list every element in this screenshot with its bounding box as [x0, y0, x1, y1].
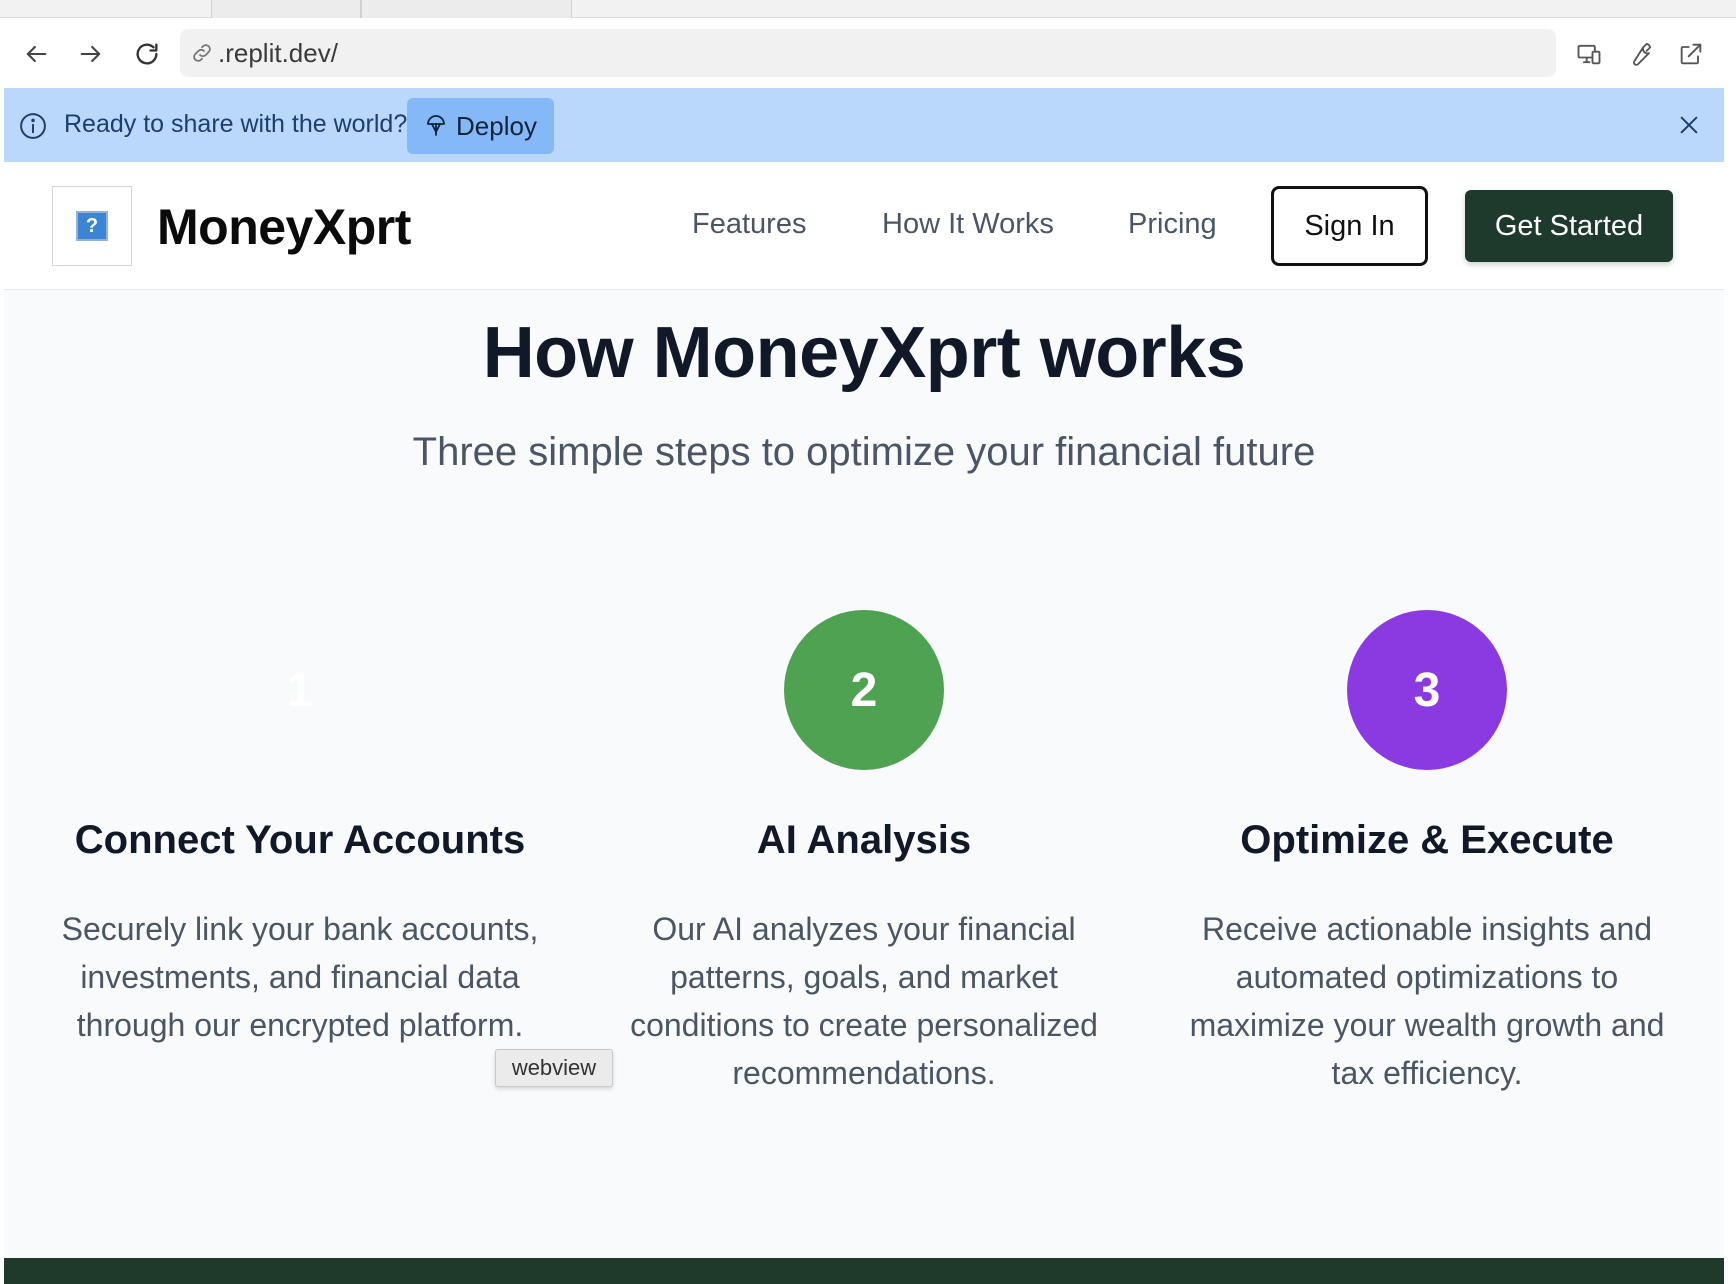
devtools-button[interactable]: [1621, 35, 1659, 73]
section-title: How MoneyXprt works: [482, 313, 1246, 393]
nav-link-features[interactable]: Features: [692, 208, 806, 241]
wrench-icon: [1633, 42, 1652, 66]
brand-name[interactable]: MoneyXprt: [157, 198, 411, 256]
broken-image-icon: ?: [76, 211, 108, 241]
back-button[interactable]: [17, 35, 55, 73]
arrow-left-icon: [26, 45, 47, 63]
step-card: 1 Connect Your Accounts Securely link yo…: [40, 610, 560, 1049]
devices-button[interactable]: [1570, 35, 1608, 73]
reload-icon: [136, 43, 158, 65]
step-number-badge: 2: [784, 610, 944, 770]
deploy-label: Deploy: [456, 110, 537, 141]
section-subtitle: Three simple steps to optimize your fina…: [412, 430, 1316, 474]
step-number-badge: 3: [1347, 610, 1507, 770]
open-external-button[interactable]: [1672, 35, 1710, 73]
step-description: Receive actionable insights and automate…: [1189, 911, 1665, 1091]
step-description: Securely link your bank accounts, invest…: [61, 911, 539, 1043]
close-icon: [1680, 116, 1698, 134]
step-title: Optimize & Execute: [1240, 818, 1614, 862]
forward-button[interactable]: [72, 35, 110, 73]
arrow-right-icon: [80, 45, 101, 63]
step-description: Our AI analyzes your financial patterns,…: [630, 911, 1098, 1091]
step-title: Connect Your Accounts: [74, 818, 526, 862]
sign-in-button[interactable]: Sign In: [1271, 186, 1428, 266]
nav-link-pricing[interactable]: Pricing: [1128, 208, 1217, 241]
banner-message: Ready to share with the world?: [64, 110, 408, 138]
deploy-icon: [427, 115, 445, 136]
browser-tab[interactable]: [211, 0, 361, 18]
logo[interactable]: ?: [52, 186, 132, 266]
step-number-badge: 1: [220, 610, 380, 770]
close-banner-button[interactable]: [1672, 108, 1706, 142]
step-card: 3 Optimize & Execute Receive actionable …: [1167, 610, 1687, 1097]
devices-icon: [1577, 44, 1601, 65]
nav-link-how-it-works[interactable]: How It Works: [882, 208, 1054, 241]
reload-button[interactable]: [128, 35, 166, 73]
deploy-banner: Ready to share with the world? Deploy: [4, 88, 1724, 162]
address-bar[interactable]: .replit.dev/: [180, 29, 1556, 77]
site-header: ? MoneyXprt Features How It Works Pricin…: [4, 162, 1724, 290]
browser-tabstrip: [0, 0, 1736, 18]
address-text: .replit.dev/: [218, 37, 338, 68]
deploy-button[interactable]: Deploy: [407, 98, 554, 154]
webview-tooltip: webview: [495, 1049, 613, 1087]
get-started-button[interactable]: Get Started: [1465, 190, 1673, 262]
info-icon: [20, 113, 46, 139]
link-icon: [193, 44, 211, 62]
step-title: AI Analysis: [756, 818, 972, 862]
window-edge: [1724, 88, 1736, 1284]
footer: [4, 1258, 1724, 1284]
browser-toolbar: .replit.dev/: [0, 18, 1736, 88]
step-card: 2 AI Analysis Our AI analyzes your finan…: [604, 610, 1124, 1097]
browser-tab[interactable]: [361, 0, 572, 18]
external-link-icon: [1680, 43, 1702, 65]
